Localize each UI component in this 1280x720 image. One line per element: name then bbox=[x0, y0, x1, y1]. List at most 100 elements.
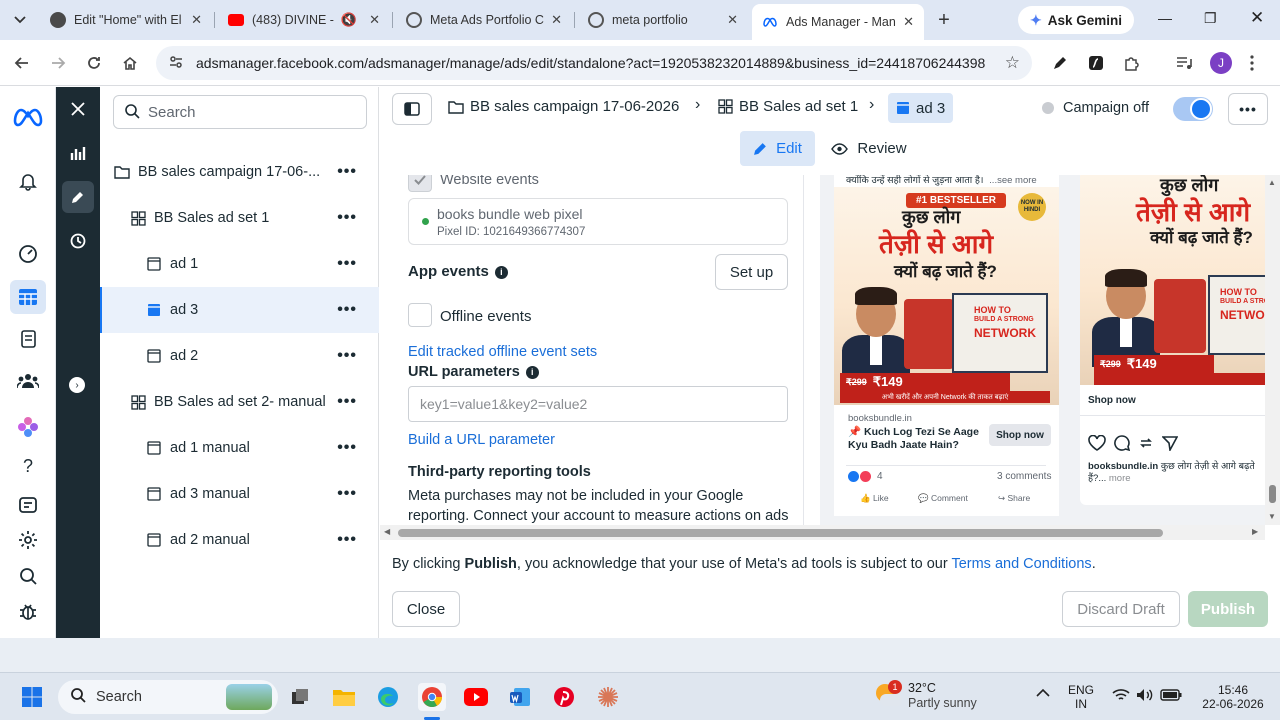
system-clock[interactable]: 15:46 22-06-2026 bbox=[1198, 683, 1268, 711]
history-clock-icon[interactable] bbox=[62, 225, 94, 257]
edit-pencil-icon[interactable] bbox=[62, 181, 94, 213]
restore-icon[interactable]: ❐ bbox=[1204, 10, 1217, 27]
breadcrumb-adset[interactable]: BB Sales ad set 1 bbox=[718, 98, 858, 115]
scroll-right-arrow-icon[interactable]: ▶ bbox=[1252, 527, 1258, 536]
heart-icon[interactable] bbox=[1088, 435, 1106, 451]
close-panel-icon[interactable] bbox=[62, 93, 94, 125]
more-options-icon[interactable]: ••• bbox=[337, 209, 357, 227]
comment-count[interactable]: 3 comments bbox=[997, 471, 1051, 482]
breadcrumb-campaign[interactable]: BB sales campaign 17-06-2026 bbox=[448, 98, 679, 115]
new-tab-button[interactable]: + bbox=[932, 8, 956, 32]
forward-arrow-icon[interactable] bbox=[46, 51, 70, 75]
tree-search-box[interactable] bbox=[113, 95, 367, 129]
offline-events-checkbox[interactable] bbox=[408, 303, 432, 327]
comment-icon[interactable] bbox=[1114, 435, 1130, 451]
media-control-icon[interactable] bbox=[1172, 51, 1196, 75]
tab-close-icon[interactable]: ✕ bbox=[903, 14, 914, 30]
more-options-icon[interactable]: ••• bbox=[337, 255, 357, 273]
scroll-thumb[interactable] bbox=[1269, 485, 1276, 503]
tab-close-icon[interactable]: ✕ bbox=[727, 12, 738, 28]
edge-browser-icon[interactable] bbox=[374, 683, 402, 711]
edit-offline-events-link[interactable]: Edit tracked offline event sets bbox=[408, 344, 597, 360]
browser-tab[interactable]: (483) DIVINE - M 🔇 ✕ bbox=[218, 4, 390, 36]
expand-chevron-right-icon[interactable]: › bbox=[69, 377, 85, 393]
extensions-puzzle-icon[interactable] bbox=[1120, 51, 1144, 75]
notifications-bell-icon[interactable] bbox=[14, 167, 42, 195]
more-options-button[interactable]: ••• bbox=[1228, 93, 1268, 125]
volume-icon[interactable] bbox=[1136, 688, 1154, 705]
browser-tab-active[interactable]: Ads Manager - Man ✕ bbox=[752, 4, 924, 40]
ads-manager-table-icon[interactable] bbox=[10, 280, 46, 314]
more-options-icon[interactable]: ••• bbox=[337, 439, 357, 457]
audiences-people-icon[interactable] bbox=[14, 367, 42, 395]
file-explorer-icon[interactable] bbox=[330, 683, 358, 711]
report-bug-icon[interactable] bbox=[14, 598, 42, 626]
settings-gear-icon[interactable] bbox=[14, 526, 42, 554]
help-question-icon[interactable]: ? bbox=[14, 452, 42, 480]
chrome-browser-icon[interactable] bbox=[418, 683, 446, 711]
search-icon[interactable] bbox=[14, 562, 42, 590]
tree-row-adset[interactable]: BB Sales ad set 1 ••• bbox=[100, 195, 379, 241]
browser-tab[interactable]: Meta Ads Portfolio C ✕ bbox=[396, 4, 572, 36]
scroll-up-arrow-icon[interactable]: ▲ bbox=[1268, 178, 1276, 187]
tree-row-campaign[interactable]: BB sales campaign 17-06-... ••• bbox=[100, 149, 379, 195]
wifi-icon[interactable] bbox=[1112, 688, 1130, 705]
address-bar[interactable]: adsmanager.facebook.com/adsmanager/manag… bbox=[156, 46, 1032, 80]
battery-icon[interactable] bbox=[1160, 689, 1182, 704]
more-options-icon[interactable]: ••• bbox=[337, 531, 357, 549]
task-view-icon[interactable] bbox=[286, 683, 314, 711]
terms-link[interactable]: Terms and Conditions bbox=[951, 556, 1091, 572]
reload-icon[interactable] bbox=[82, 51, 106, 75]
tab-close-icon[interactable]: ✕ bbox=[369, 12, 380, 28]
feed-preview-card[interactable]: क्योंकि उन्हें सही लोगों से जुड़ना आता ह… bbox=[834, 175, 1059, 516]
edit-mode-button[interactable]: Edit bbox=[740, 131, 815, 166]
minimize-icon[interactable]: — bbox=[1158, 10, 1172, 26]
claude-app-icon[interactable] bbox=[594, 683, 622, 711]
browser-tab[interactable]: meta portfolio ✕ bbox=[578, 4, 748, 36]
info-icon[interactable]: i bbox=[494, 265, 508, 279]
mute-icon[interactable]: 🔇 bbox=[341, 12, 357, 28]
tree-row-ad[interactable]: ad 1 manual ••• bbox=[100, 425, 379, 471]
tree-row-adset[interactable]: BB Sales ad set 2- manual ••• bbox=[100, 379, 379, 425]
tab-search-chevron-icon[interactable] bbox=[8, 8, 32, 32]
campaign-toggle[interactable] bbox=[1173, 97, 1213, 121]
site-info-icon[interactable] bbox=[168, 54, 184, 73]
profile-avatar[interactable]: J bbox=[1210, 52, 1232, 74]
browser-tab[interactable]: Edit "Home" with El ✕ bbox=[40, 4, 212, 36]
more-options-icon[interactable]: ••• bbox=[337, 347, 357, 365]
instagram-preview-card[interactable]: कुछ लोग तेज़ी से आगे क्यों बढ़ जाते हैं?… bbox=[1080, 175, 1280, 505]
ask-gemini-button[interactable]: ✦ Ask Gemini bbox=[1018, 6, 1135, 34]
performance-gauge-icon[interactable] bbox=[14, 240, 42, 268]
all-tools-flower-icon[interactable] bbox=[14, 413, 42, 441]
horizontal-scrollbar[interactable]: ◀ ▶ bbox=[380, 525, 1265, 540]
script-extension-icon[interactable] bbox=[1084, 51, 1108, 75]
close-button[interactable]: Close bbox=[392, 591, 460, 627]
tree-search-input[interactable] bbox=[148, 103, 348, 121]
tree-row-ad-selected[interactable]: ad 3 ••• bbox=[100, 287, 379, 333]
shop-now-bar[interactable]: Shop now bbox=[1088, 395, 1136, 406]
youtube-app-icon[interactable] bbox=[462, 683, 490, 711]
feedback-card-icon[interactable] bbox=[14, 491, 42, 519]
tree-row-ad[interactable]: ad 2 manual ••• bbox=[100, 517, 379, 563]
see-more-link[interactable]: ...see more bbox=[989, 175, 1037, 186]
more-options-icon[interactable]: ••• bbox=[337, 393, 357, 411]
more-options-icon[interactable]: ••• bbox=[337, 163, 357, 181]
input-language[interactable]: ENG IN bbox=[1068, 683, 1094, 711]
tree-row-ad[interactable]: ad 3 manual ••• bbox=[100, 471, 379, 517]
reactions-summary[interactable]: 4 bbox=[848, 471, 883, 482]
window-close-icon[interactable]: ✕ bbox=[1250, 8, 1264, 28]
home-icon[interactable] bbox=[118, 51, 142, 75]
show-hidden-icons-chevron-icon[interactable] bbox=[1036, 687, 1050, 701]
repost-icon[interactable] bbox=[1138, 435, 1154, 451]
scroll-thumb[interactable] bbox=[398, 529, 1163, 537]
bar-chart-icon[interactable] bbox=[62, 137, 94, 169]
review-mode-button[interactable]: Review bbox=[824, 131, 914, 166]
weather-widget[interactable]: 1 32°C Partly sunny bbox=[874, 680, 977, 711]
shop-now-button[interactable]: Shop now bbox=[989, 424, 1051, 446]
panel-toggle-icon[interactable] bbox=[392, 93, 432, 125]
website-events-checkbox[interactable] bbox=[408, 175, 432, 192]
url-parameters-input[interactable] bbox=[408, 386, 788, 422]
pixel-selector[interactable]: books bundle web pixel Pixel ID: 1021649… bbox=[408, 198, 788, 245]
windows-start-icon[interactable] bbox=[18, 683, 46, 711]
build-url-parameter-link[interactable]: Build a URL parameter bbox=[408, 432, 555, 448]
